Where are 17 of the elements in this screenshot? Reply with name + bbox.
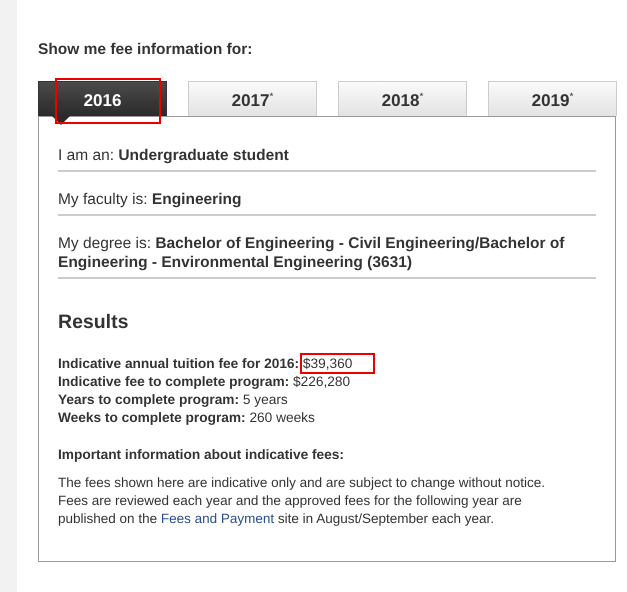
tab-pointer-icon xyxy=(52,116,70,125)
result-text: Years to complete program: 5 years xyxy=(58,391,289,409)
selection-text: My degree is: Bachelor of Engineering - Civil Engineering/Bachelor of Engineering - Environmental Engineering (3631) xyxy=(58,216,596,279)
year-tab[interactable]: 2016 xyxy=(38,81,167,116)
selection-text: I am an: Undergraduate student xyxy=(58,129,596,172)
result-text: Indicative annual tuition fee for 2016: $39,360 xyxy=(58,355,596,373)
year-tab[interactable]: 2019$^{*}$ xyxy=(488,81,617,116)
results-title: Results xyxy=(58,311,130,334)
fees-link[interactable]: Fees and Payment xyxy=(160,511,274,526)
year-tab[interactable]: 2017$^{*}$ xyxy=(188,81,317,116)
result-text: Weeks to complete program: 260 weeks xyxy=(58,409,316,427)
result-text: Indicative fee to complete program: $226,280 xyxy=(58,373,352,391)
notice-paragraph: The fees shown here are indicative only and are subject to change without notice. Fees are reviewed each year and the approved fees for the following year are published on the Fees and Payment site in August/September each year. xyxy=(58,474,546,528)
section-heading: Show me fee information for: xyxy=(38,41,254,59)
notice-title: Important information about indicative fees: xyxy=(58,447,345,462)
selection-text: My faculty is: Engineering xyxy=(58,172,596,216)
year-tab[interactable]: 2018$^{*}$ xyxy=(338,81,467,116)
